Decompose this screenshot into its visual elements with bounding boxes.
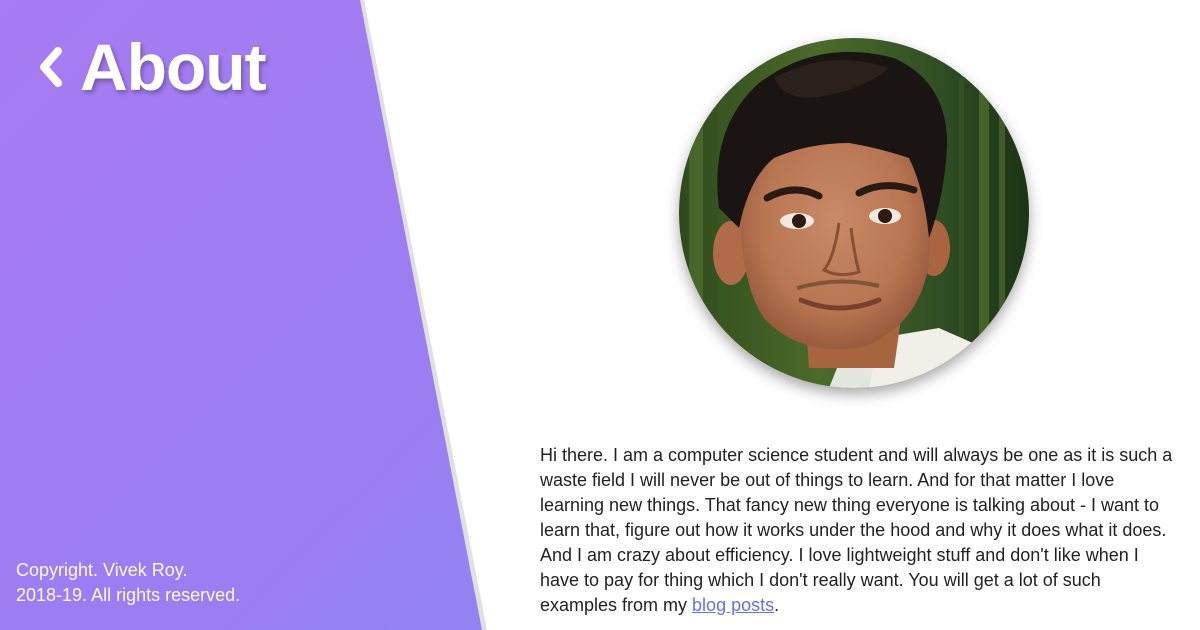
- back-button[interactable]: About: [36, 30, 267, 104]
- bio-paragraph: Hi there. I am a computer science studen…: [540, 443, 1176, 618]
- blog-posts-link[interactable]: blog posts: [692, 595, 774, 615]
- copyright-line: Copyright. Vivek Roy.: [16, 560, 188, 580]
- chevron-left-icon: [36, 41, 66, 93]
- copyright-year-line: 2018-19. All rights reserved.: [16, 585, 241, 605]
- bio-suffix: .: [774, 595, 780, 615]
- page-title: About: [80, 30, 267, 104]
- copyright-notice: Copyright. Vivek Roy. 2018-19. All right…: [16, 558, 240, 608]
- bio-text: Hi there. I am a computer science studen…: [540, 445, 1173, 615]
- profile-photo: [679, 38, 1029, 388]
